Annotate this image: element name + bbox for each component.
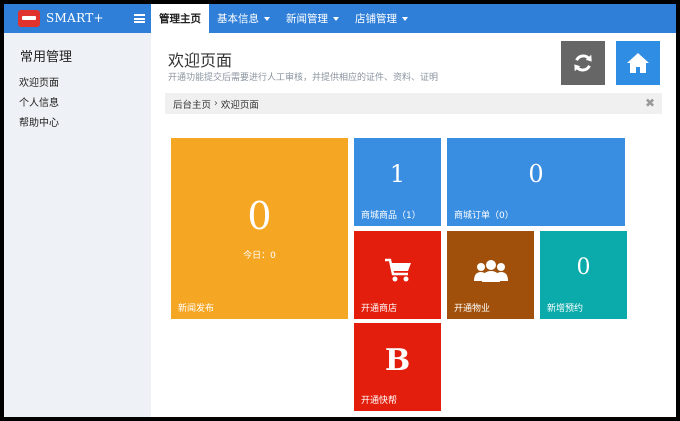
tile-label: 商城订单（0）: [454, 211, 514, 221]
caret-down-icon: [402, 16, 408, 21]
nav-item-label: 管理主页: [159, 13, 201, 25]
breadcrumb: 后台主页 › 欢迎页面 ✖: [165, 93, 662, 114]
orders-count: 0: [528, 160, 544, 188]
booking-count: 0: [576, 255, 591, 280]
tile-open-shop[interactable]: 开通商店: [354, 231, 441, 319]
nav-item-label: 基本信息: [217, 13, 259, 25]
home-icon: [627, 53, 649, 73]
logo-icon: [18, 10, 40, 27]
menu-toggle-icon[interactable]: [134, 14, 145, 23]
tile-new-booking[interactable]: 0 新增预约: [540, 231, 627, 319]
breadcrumb-home-link[interactable]: 后台主页: [173, 97, 211, 111]
nav-item-label: 店铺管理: [355, 13, 397, 25]
goods-count: 1: [389, 160, 406, 188]
refresh-button[interactable]: [561, 41, 605, 85]
tile-label: 新闻发布: [178, 304, 215, 314]
tile-orders[interactable]: 0 商城订单（0）: [447, 138, 625, 226]
home-button[interactable]: [616, 41, 660, 85]
news-count: 0: [247, 194, 272, 238]
caret-down-icon: [333, 16, 339, 21]
main-nav: 管理主页 基本信息 新闻管理 店铺管理: [151, 4, 416, 33]
tile-label: 开通商店: [361, 304, 398, 314]
users-icon: [473, 260, 508, 282]
sidebar-item-profile[interactable]: 个人信息: [19, 94, 59, 109]
tile-open-quick-help[interactable]: B 开通快帮: [354, 323, 441, 411]
sidebar: 常用管理 欢迎页面 个人信息 帮助中心: [4, 33, 151, 417]
page-subtitle: 开通功能提交后需要进行人工审核，并提供相应的证件、资料、证明: [168, 73, 439, 83]
tile-open-property[interactable]: 开通物业: [447, 231, 534, 319]
nav-item-news[interactable]: 新闻管理: [278, 4, 347, 33]
breadcrumb-current: 欢迎页面: [220, 99, 259, 111]
sidebar-item-help[interactable]: 帮助中心: [19, 114, 59, 129]
brand-name: SMART+: [46, 11, 104, 25]
nav-item-shop[interactable]: 店铺管理: [347, 4, 416, 33]
nav-item-home[interactable]: 管理主页: [151, 4, 209, 33]
news-today: 今日：0: [243, 251, 276, 261]
caret-down-icon: [264, 16, 270, 21]
nav-item-label: 新闻管理: [286, 13, 328, 25]
tile-goods[interactable]: 1 商城商品（1）: [354, 138, 441, 226]
brand: SMART+: [4, 4, 151, 33]
tile-label: 开通物业: [454, 304, 491, 314]
tile-label: 商城商品（1）: [361, 211, 421, 221]
refresh-icon: [574, 54, 592, 72]
page-title: 欢迎页面: [168, 51, 233, 70]
app-window: SMART+ 管理主页 基本信息 新闻管理 店铺管理 常用管理 欢迎页面 个人信…: [4, 4, 676, 417]
shopping-cart-icon: [384, 258, 411, 282]
tile-news[interactable]: 0 今日：0 新闻发布: [171, 138, 348, 319]
tile-label: 新增预约: [547, 304, 584, 314]
sidebar-item-welcome[interactable]: 欢迎页面: [19, 74, 59, 89]
tile-label: 开通快帮: [361, 396, 398, 406]
close-icon[interactable]: ✖: [644, 97, 656, 109]
breadcrumb-separator: ›: [214, 98, 218, 109]
top-bar: SMART+ 管理主页 基本信息 新闻管理 店铺管理: [4, 4, 676, 33]
quick-help-glyph: B: [384, 343, 411, 378]
sidebar-title: 常用管理: [20, 50, 73, 65]
nav-item-basic-info[interactable]: 基本信息: [209, 4, 278, 33]
